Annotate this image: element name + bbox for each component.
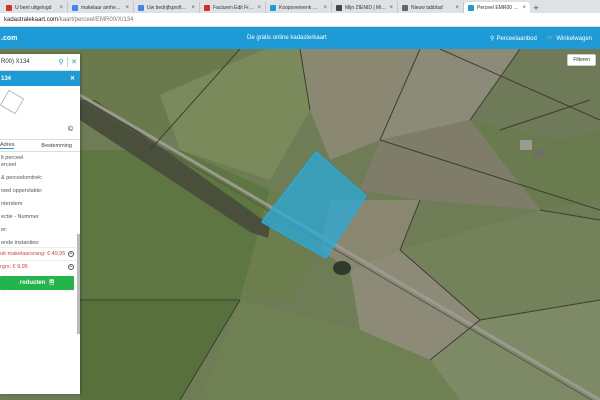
panel-tabs: Adres Bestemming: [0, 140, 80, 152]
tab-label: U bent uitgelogd: [15, 4, 52, 11]
tab-favicon: [336, 4, 342, 11]
farm-building: [534, 150, 544, 158]
price-1-label: uit-makelaarsrang: € 49,95: [0, 251, 66, 257]
tab-favicon: [72, 4, 78, 11]
copyright-icon[interactable]: ©: [68, 126, 73, 133]
products-button[interactable]: roducten 🗎: [0, 276, 74, 290]
map-canvas[interactable]: [0, 49, 600, 400]
browser-tab[interactable]: makelaar arnhem - G×: [68, 2, 134, 13]
parcel-info: lt perceel erceel & perceelomtrek: owd oppe…: [0, 152, 80, 247]
tab-label: Perceel EMR00 X134: [477, 4, 520, 11]
parcel-panel: R00) X134 ⚲ ✕ 134 ✕ © Adres Bestemming l…: [0, 54, 80, 394]
close-tab-icon[interactable]: ×: [455, 5, 459, 11]
offer-link[interactable]: ⚲ Perceelaanbod: [490, 35, 537, 42]
browser-tab[interactable]: Mijn ZIENID | Mijn ov×: [332, 2, 398, 13]
panel-title: 134: [1, 75, 12, 82]
close-tab-icon[interactable]: ×: [257, 5, 261, 11]
tab-label: Mijn ZIENID | Mijn ov: [345, 4, 386, 11]
site-header: .com De gratis online kadasterkaart ⚲ Per…: [0, 27, 600, 49]
tab-label: Uw bedrijfsprofiel op: [147, 4, 189, 11]
cart-link[interactable]: 🛒 Winkelwagen: [547, 35, 592, 42]
info-row: nterstem: [1, 201, 23, 207]
tab-favicon: [6, 4, 12, 11]
search-row: R00) X134 ⚲ ✕: [0, 54, 80, 71]
tab-label: Nieuw tabblad: [411, 4, 443, 11]
panel-scrollbar[interactable]: [77, 234, 80, 334]
browser-tab-strip: U bent uitgelogd×makelaar arnhem - G×Uw …: [0, 0, 600, 13]
document-icon: 🗎: [49, 280, 55, 286]
info-row: & perceelomtrek:: [1, 175, 43, 181]
products-button-label: roducten: [19, 280, 46, 286]
tab-favicon: [138, 4, 144, 11]
tab-favicon: [270, 4, 276, 11]
close-tab-icon[interactable]: ×: [125, 5, 129, 11]
satellite-map[interactable]: [0, 49, 600, 400]
address-bar[interactable]: kadastralekaart.com/kaart/perceel/EMR00/…: [0, 13, 600, 27]
tab-favicon: [468, 4, 474, 11]
search-icon[interactable]: ⚲: [55, 58, 67, 66]
close-tab-icon[interactable]: ×: [522, 5, 526, 11]
new-tab-button[interactable]: +: [530, 2, 542, 13]
tab-favicon: [402, 4, 408, 11]
tab-destination[interactable]: Bestemming: [41, 143, 72, 149]
tab-label: Koopovereenk Schoo: [279, 4, 320, 11]
info-row: owd oppervlakte:: [1, 188, 43, 194]
browser-tab[interactable]: Uw bedrijfsprofiel op ×: [134, 2, 200, 13]
close-panel-icon[interactable]: ✕: [70, 75, 75, 82]
info-row: ectie - Nummer: [1, 214, 39, 220]
tab-favicon: [204, 4, 210, 11]
close-tab-icon[interactable]: ×: [59, 5, 63, 11]
site-tagline: De gratis online kadasterkaart: [247, 35, 327, 41]
price-row-2[interactable]: rgrs: € 9,95 +: [0, 260, 80, 273]
pin-icon: ⚲: [490, 35, 495, 42]
pond: [333, 261, 351, 275]
farm-building: [520, 140, 532, 150]
parcel-shape-thumbnail: [0, 89, 25, 115]
add-icon[interactable]: +: [68, 251, 74, 257]
price-row-1[interactable]: uit-makelaarsrang: € 49,95 +: [0, 247, 80, 260]
close-tab-icon[interactable]: ×: [323, 5, 327, 11]
url-text[interactable]: kadastralekaart.com/kaart/perceel/EMR00/…: [4, 17, 133, 23]
parcel-thumbnail-area: ©: [0, 86, 80, 140]
close-tab-icon[interactable]: ×: [389, 5, 393, 11]
browser-tab[interactable]: Nieuw tabblad ×: [398, 2, 464, 13]
browser-tab[interactable]: Perceel EMR00 X134×: [464, 2, 530, 13]
info-row: er:: [1, 227, 8, 233]
header-links: ⚲ Perceelaanbod 🛒 Winkelwagen: [490, 35, 592, 42]
browser-tab[interactable]: Facturen Edit Fresen×: [200, 2, 266, 13]
filter-button[interactable]: Filteren: [567, 54, 596, 66]
price-2-label: rgrs: € 9,95: [0, 264, 28, 270]
add-icon[interactable]: +: [68, 264, 74, 270]
tab-label: Facturen Edit Fresen: [213, 4, 255, 11]
cart-icon: 🛒: [546, 35, 555, 42]
browser-tab[interactable]: Koopovereenk Schoo×: [266, 2, 332, 13]
url-path: /kaart/perceel/EMR00/X/134: [58, 16, 134, 23]
site-logo[interactable]: .com: [0, 35, 17, 42]
panel-titlebar: 134 ✕: [0, 71, 80, 86]
close-tab-icon[interactable]: ×: [191, 5, 195, 11]
close-search-icon[interactable]: ✕: [68, 58, 80, 66]
tab-address[interactable]: Adres: [0, 142, 15, 149]
info-row: lt perceel: [1, 155, 24, 161]
offer-link-label: Perceelaanbod: [496, 35, 537, 42]
info-row: ende instanties:: [1, 240, 40, 246]
info-row: erceel: [1, 162, 16, 168]
cart-link-label: Winkelwagen: [556, 35, 592, 42]
tab-label: makelaar arnhem - G: [81, 4, 122, 11]
search-input[interactable]: R00) X134: [0, 59, 55, 65]
browser-tab[interactable]: U bent uitgelogd ×: [2, 2, 68, 13]
url-host: kadastralekaart.com: [4, 16, 59, 23]
